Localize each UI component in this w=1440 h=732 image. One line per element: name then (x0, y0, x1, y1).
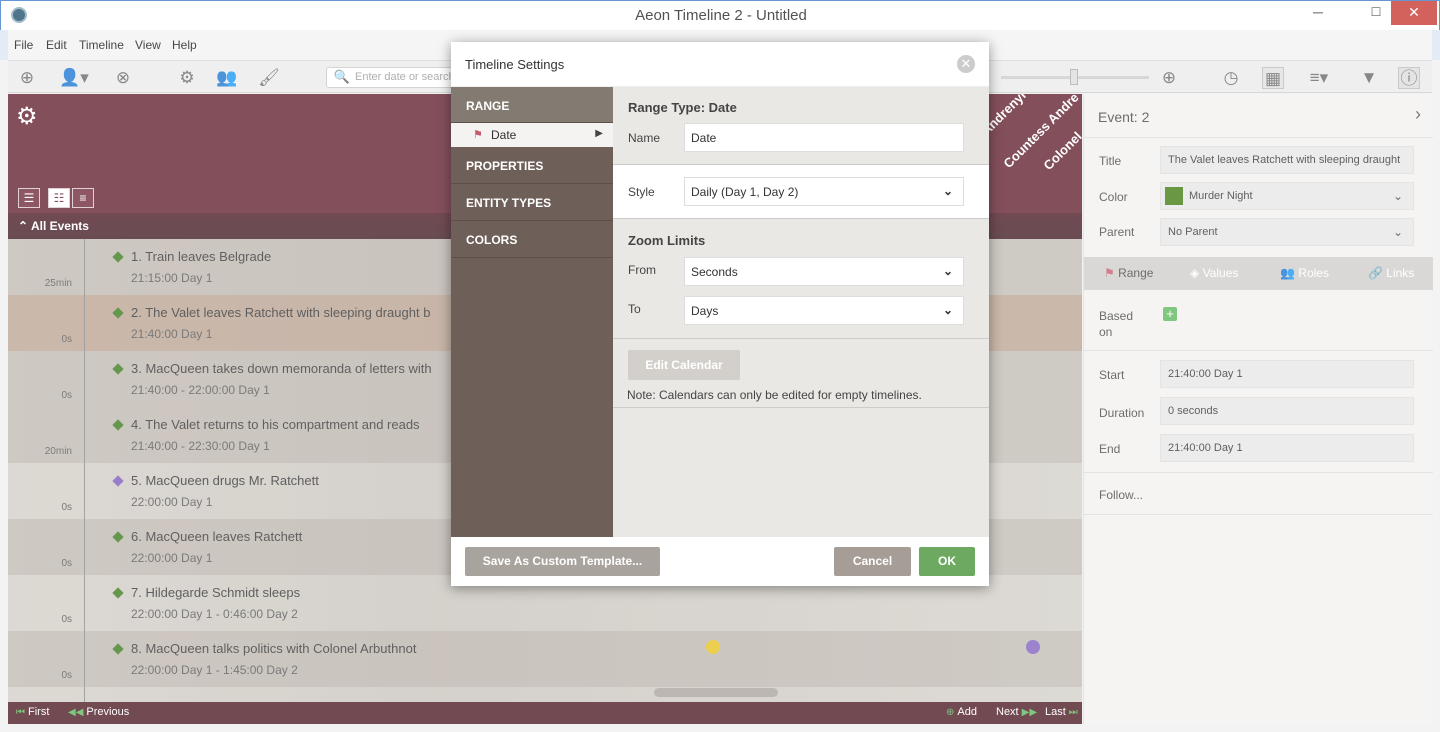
zoom-limits-section: Zoom Limits From Seconds ⌄ To Days ⌄ (613, 219, 989, 339)
style-section: Style Daily (Day 1, Day 2) ⌄ (613, 165, 989, 219)
sidebar-item-date[interactable]: ⚑ Date ▶ (451, 123, 613, 147)
sidebar-item-range[interactable]: RANGE (451, 87, 613, 123)
close-icon[interactable]: ✕ (957, 55, 975, 73)
timeline-settings-dialog: Timeline Settings ✕ RANGE ⚑ Date ▶ PROPE… (451, 42, 989, 586)
to-value: Days (691, 304, 719, 318)
dialog-footer: Save As Custom Template... Cancel OK (451, 537, 989, 586)
chevron-down-icon: ⌄ (942, 184, 953, 198)
sidebar-item-label: Date (491, 128, 517, 142)
from-select[interactable]: Seconds ⌄ (684, 257, 964, 286)
style-value: Daily (Day 1, Day 2) (691, 185, 799, 199)
calendar-note: Note: Calendars can only be edited for e… (627, 388, 922, 402)
dialog-header: Timeline Settings ✕ (451, 42, 989, 87)
to-label: To (628, 302, 641, 316)
save-template-button[interactable]: Save As Custom Template... (465, 547, 660, 576)
from-value: Seconds (691, 265, 738, 279)
sidebar-item-colors[interactable]: COLORS (451, 221, 613, 258)
to-select[interactable]: Days ⌄ (684, 296, 964, 325)
style-label: Style (628, 185, 655, 199)
from-label: From (628, 263, 656, 277)
range-type-title: Range Type: Date (628, 100, 737, 115)
play-arrow-icon: ▶ (595, 128, 603, 139)
dialog-content: Range Type: Date Name Date Style Daily (… (613, 87, 989, 537)
zoom-limits-title: Zoom Limits (628, 233, 706, 248)
calendar-section: Edit Calendar Note: Calendars can only b… (613, 339, 989, 408)
dialog-title: Timeline Settings (465, 57, 565, 72)
flag-icon: ⚑ (473, 129, 483, 141)
ok-button[interactable]: OK (919, 547, 975, 576)
sidebar-item-properties[interactable]: PROPERTIES (451, 147, 613, 184)
dialog-sidebar: RANGE ⚑ Date ▶ PROPERTIES ENTITY TYPES C… (451, 87, 613, 537)
style-select[interactable]: Daily (Day 1, Day 2) ⌄ (684, 177, 964, 206)
name-input[interactable]: Date (684, 123, 964, 152)
chevron-down-icon: ⌄ (942, 264, 953, 278)
chevron-down-icon: ⌄ (942, 303, 953, 317)
name-label: Name (628, 131, 661, 145)
range-type-section: Range Type: Date Name Date (613, 87, 989, 165)
sidebar-item-entity-types[interactable]: ENTITY TYPES (451, 184, 613, 221)
edit-calendar-button[interactable]: Edit Calendar (628, 350, 740, 380)
cancel-button[interactable]: Cancel (834, 547, 911, 576)
